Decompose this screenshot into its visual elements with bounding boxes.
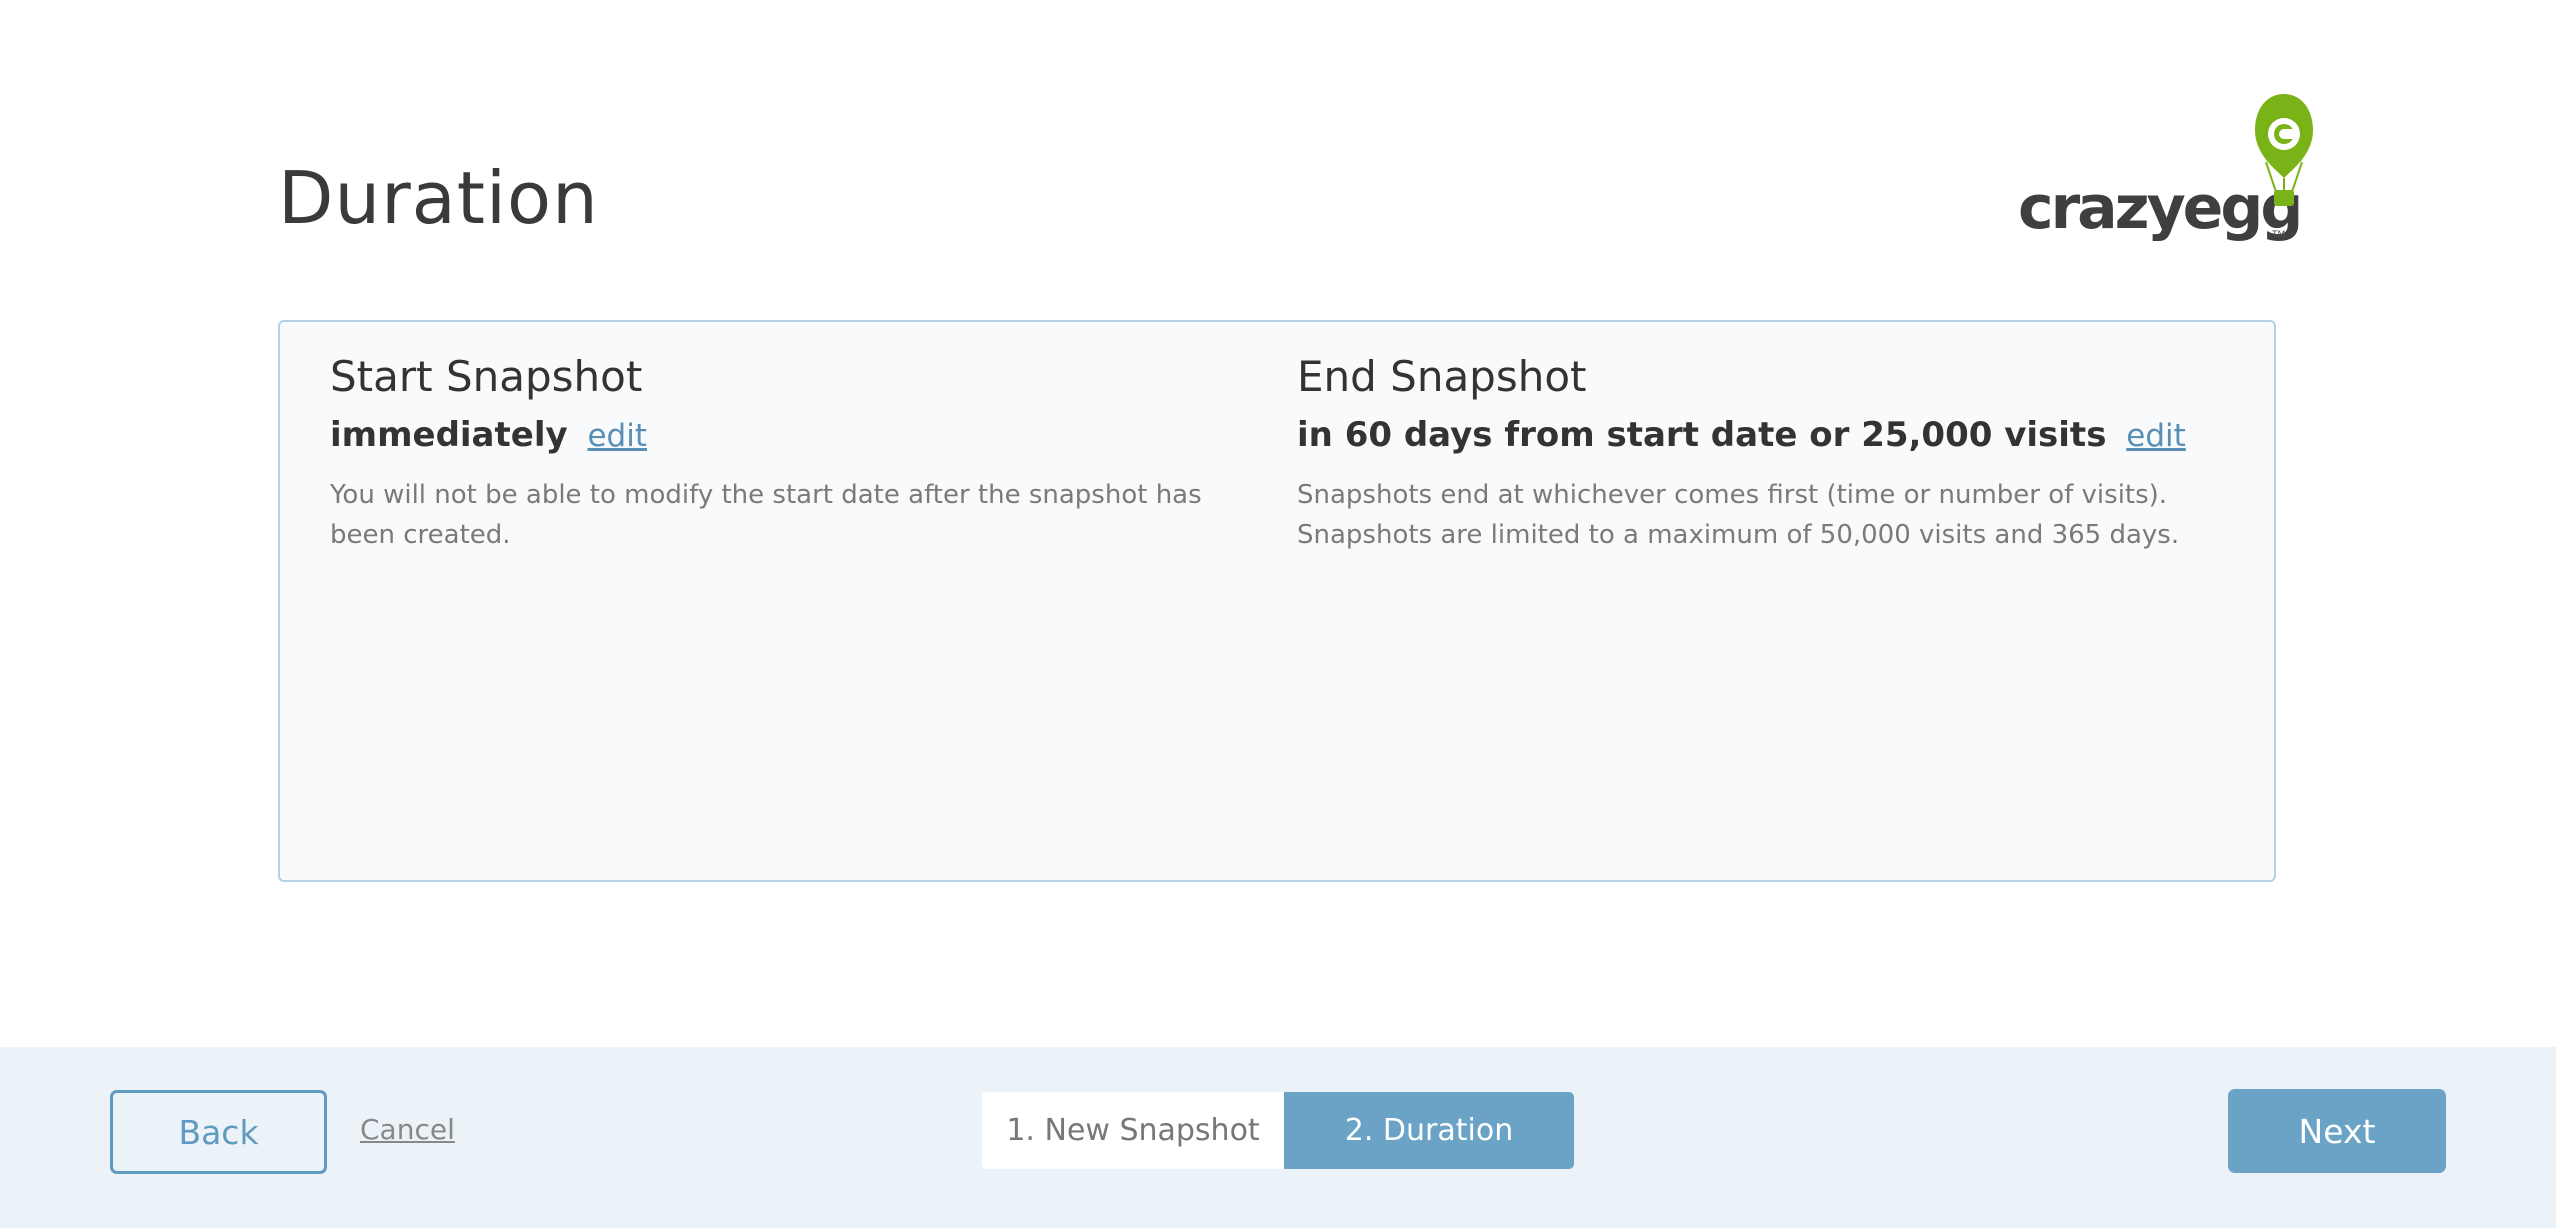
cancel-link[interactable]: Cancel [360, 1113, 455, 1146]
step-new-snapshot[interactable]: 1. New Snapshot [982, 1092, 1284, 1169]
end-snapshot-section: End Snapshot in 60 days from start date … [1297, 350, 2227, 555]
page-title: Duration [278, 156, 599, 240]
start-snapshot-note: You will not be able to modify the start… [330, 479, 1202, 550]
end-snapshot-value-line: in 60 days from start date or 25,000 vis… [1297, 413, 2227, 457]
crazyegg-logo: crazyegg TM [2018, 92, 2318, 252]
start-snapshot-heading: Start Snapshot [330, 352, 643, 401]
end-snapshot-value: in 60 days from start date or 25,000 vis… [1297, 414, 2107, 455]
back-button[interactable]: Back [110, 1090, 327, 1174]
end-note-line-2: Snapshots are limited to a maximum of 50… [1297, 519, 2180, 550]
start-edit-link[interactable]: edit [587, 418, 647, 454]
start-snapshot-section: Start Snapshot immediately edit You will… [330, 350, 1260, 555]
step-duration[interactable]: 2. Duration [1284, 1092, 1574, 1169]
wizard-steps: 1. New Snapshot 2. Duration [982, 1092, 1574, 1169]
next-button[interactable]: Next [2228, 1089, 2446, 1173]
end-snapshot-heading: End Snapshot [1297, 352, 1587, 401]
logo-trademark: TM [2272, 230, 2286, 240]
end-note-line-1: Snapshots end at whichever comes first (… [1297, 479, 2168, 510]
end-snapshot-note: Snapshots end at whichever comes first (… [1297, 475, 2227, 555]
balloon-icon [2255, 94, 2313, 206]
page: Duration crazyegg TM Start Snapshot imme… [0, 0, 2556, 1228]
wizard-footer: Back Cancel 1. New Snapshot 2. Duration … [0, 1047, 2556, 1228]
duration-card: Start Snapshot immediately edit You will… [278, 320, 2276, 882]
start-snapshot-value-line: immediately edit [330, 413, 1260, 457]
start-snapshot-value: immediately [330, 414, 568, 455]
end-edit-link[interactable]: edit [2126, 418, 2186, 454]
